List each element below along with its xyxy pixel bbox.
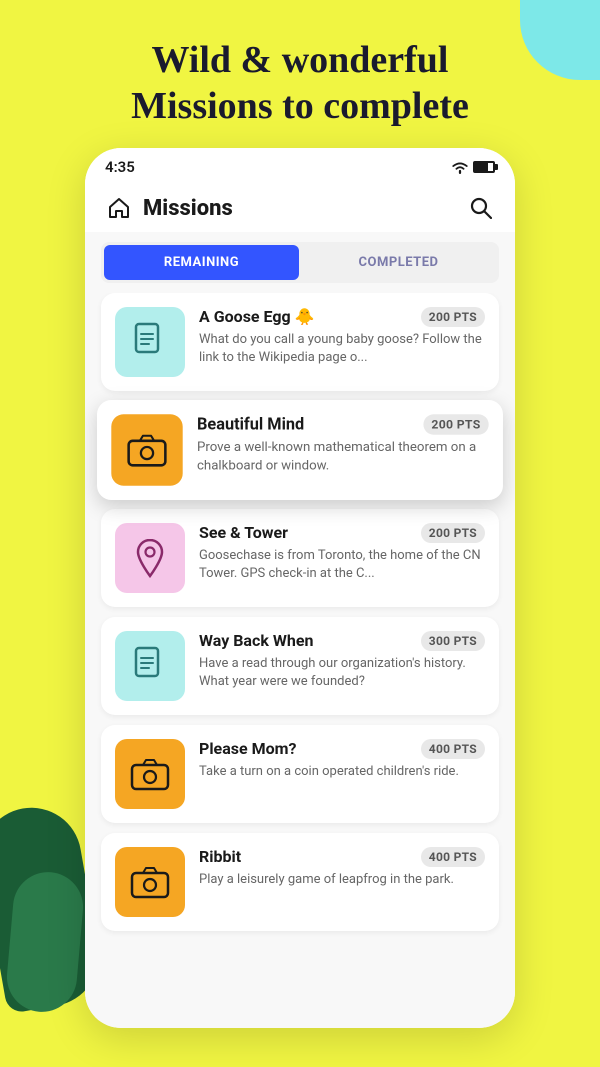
mission-card-beautiful-mind[interactable]: Beautiful Mind 200 PTS Prove a well-know… bbox=[97, 400, 503, 500]
mission-pts-ribbit: 400 PTS bbox=[421, 847, 485, 867]
search-icon bbox=[470, 197, 492, 219]
header-left: Missions bbox=[105, 194, 233, 222]
app-header: Missions bbox=[85, 182, 515, 232]
phone-mockup: 4:35 Missions bbox=[85, 148, 515, 1028]
mission-desc-beautiful-mind: Prove a well-known mathematical theorem … bbox=[197, 439, 489, 476]
mission-title-way-back-when: Way Back When bbox=[199, 631, 421, 650]
mission-card-ribbit[interactable]: Ribbit 400 PTS Play a leisurely game of … bbox=[101, 833, 499, 931]
mission-pts-way-back-when: 300 PTS bbox=[421, 631, 485, 651]
mission-content-see-tower: See & Tower 200 PTS Goosechase is from T… bbox=[199, 523, 485, 583]
tab-completed[interactable]: COMPLETED bbox=[301, 245, 496, 280]
location-icon bbox=[135, 538, 165, 578]
search-button[interactable] bbox=[467, 194, 495, 222]
mission-top-row: Please Mom? 400 PTS bbox=[199, 739, 485, 759]
mission-icon-see-tower bbox=[115, 523, 185, 593]
mission-top-row: Way Back When 300 PTS bbox=[199, 631, 485, 651]
battery-icon bbox=[473, 161, 495, 173]
mission-card-see-tower[interactable]: See & Tower 200 PTS Goosechase is from T… bbox=[101, 509, 499, 607]
mission-icon-goose-egg bbox=[115, 307, 185, 377]
mission-content-please-mom: Please Mom? 400 PTS Take a turn on a coi… bbox=[199, 739, 485, 781]
mission-card-way-back-when[interactable]: Way Back When 300 PTS Have a read throug… bbox=[101, 617, 499, 715]
document-icon bbox=[132, 322, 168, 362]
home-svg bbox=[107, 197, 131, 219]
mission-content-way-back-when: Way Back When 300 PTS Have a read throug… bbox=[199, 631, 485, 691]
missions-list: A Goose Egg 🐥 200 PTS What do you call a… bbox=[85, 293, 515, 1028]
mission-content-goose-egg: A Goose Egg 🐥 200 PTS What do you call a… bbox=[199, 307, 485, 367]
home-icon[interactable] bbox=[105, 194, 133, 222]
status-time: 4:35 bbox=[105, 158, 135, 176]
mission-icon-way-back-when bbox=[115, 631, 185, 701]
mission-icon-ribbit bbox=[115, 847, 185, 917]
camera-icon bbox=[130, 865, 170, 899]
mission-top-row: See & Tower 200 PTS bbox=[199, 523, 485, 543]
mission-pts-beautiful-mind: 200 PTS bbox=[423, 414, 488, 434]
mission-top-row: Beautiful Mind 200 PTS bbox=[197, 414, 489, 434]
mission-icon-beautiful-mind bbox=[111, 414, 182, 485]
app-title: Missions bbox=[143, 196, 233, 221]
mission-desc-see-tower: Goosechase is from Toronto, the home of … bbox=[199, 547, 485, 583]
tabs-container: REMAINING COMPLETED bbox=[101, 242, 499, 283]
mission-icon-please-mom bbox=[115, 739, 185, 809]
mission-title-please-mom: Please Mom? bbox=[199, 739, 421, 758]
status-bar: 4:35 bbox=[85, 148, 515, 182]
mission-title-goose-egg: A Goose Egg 🐥 bbox=[199, 307, 421, 326]
page-header: Wild & wonderful Missions to complete bbox=[0, 0, 600, 153]
camera-icon bbox=[130, 757, 170, 791]
mission-top-row: Ribbit 400 PTS bbox=[199, 847, 485, 867]
mission-pts-goose-egg: 200 PTS bbox=[421, 307, 485, 327]
mission-desc-goose-egg: What do you call a young baby goose? Fol… bbox=[199, 331, 485, 367]
mission-content-ribbit: Ribbit 400 PTS Play a leisurely game of … bbox=[199, 847, 485, 889]
mission-title-ribbit: Ribbit bbox=[199, 847, 421, 866]
mission-desc-please-mom: Take a turn on a coin operated children'… bbox=[199, 763, 485, 781]
mission-desc-ribbit: Play a leisurely game of leapfrog in the… bbox=[199, 871, 485, 889]
mission-title-beautiful-mind: Beautiful Mind bbox=[197, 414, 423, 433]
page-title: Wild & wonderful Missions to complete bbox=[40, 38, 560, 129]
mission-top-row: A Goose Egg 🐥 200 PTS bbox=[199, 307, 485, 327]
mission-card-please-mom[interactable]: Please Mom? 400 PTS Take a turn on a coi… bbox=[101, 725, 499, 823]
mission-content-beautiful-mind: Beautiful Mind 200 PTS Prove a well-know… bbox=[197, 414, 489, 476]
mission-card-goose-egg[interactable]: A Goose Egg 🐥 200 PTS What do you call a… bbox=[101, 293, 499, 391]
mission-pts-please-mom: 400 PTS bbox=[421, 739, 485, 759]
status-icons bbox=[451, 160, 495, 174]
camera-icon bbox=[127, 433, 168, 468]
mission-desc-way-back-when: Have a read through our organization's h… bbox=[199, 655, 485, 691]
tab-remaining[interactable]: REMAINING bbox=[104, 245, 299, 280]
mission-title-see-tower: See & Tower bbox=[199, 523, 421, 542]
document-icon bbox=[132, 646, 168, 686]
mission-pts-see-tower: 200 PTS bbox=[421, 523, 485, 543]
wifi-icon bbox=[451, 160, 469, 174]
